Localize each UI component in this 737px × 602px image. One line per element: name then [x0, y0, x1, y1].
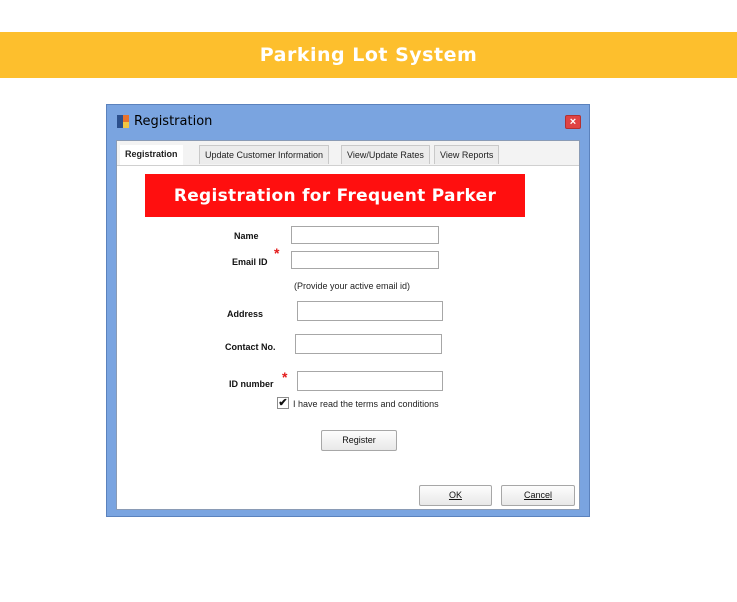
contact-label: Contact No.	[225, 342, 276, 352]
registration-dialog: Registration × Registration Update Custo…	[106, 104, 590, 517]
app-banner: Parking Lot System	[0, 32, 737, 78]
contact-field[interactable]	[295, 334, 442, 354]
name-label: Name	[234, 231, 259, 241]
dialog-title: Registration	[134, 114, 213, 129]
banner-title: Parking Lot System	[259, 44, 478, 66]
form-header: Registration for Frequent Parker	[173, 185, 497, 206]
dialog-client-area: Registration Update Customer Information…	[116, 140, 580, 510]
cancel-button[interactable]: Cancel	[501, 485, 575, 506]
ok-label: OK	[448, 490, 462, 500]
email-required-mark: *	[274, 245, 280, 261]
tab-update-customer-information[interactable]: Update Customer Information	[199, 145, 330, 164]
address-field[interactable]	[297, 301, 443, 321]
tab-view-update-rates[interactable]: View/Update Rates	[341, 145, 430, 164]
tab-registration[interactable]: Registration	[120, 145, 183, 165]
form-header-bar: Registration for Frequent Parker	[145, 174, 525, 217]
id-required-mark: *	[282, 369, 288, 385]
email-hint: (Provide your active email id)	[294, 281, 411, 291]
terms-checkbox[interactable]: ✔	[277, 397, 289, 409]
close-icon[interactable]: ×	[565, 115, 581, 129]
terms-label: I have read the terms and conditions	[293, 399, 439, 409]
register-button[interactable]: Register	[321, 430, 397, 451]
id-number-label: ID number	[229, 379, 274, 389]
email-field[interactable]	[291, 251, 439, 269]
app-window-icon	[117, 115, 129, 128]
tab-view-reports[interactable]: View Reports	[434, 145, 500, 164]
dialog-titlebar[interactable]: Registration ×	[107, 105, 589, 139]
email-label: Email ID	[232, 257, 268, 267]
id-number-field[interactable]	[297, 371, 443, 391]
address-label: Address	[227, 309, 264, 319]
name-field[interactable]	[291, 226, 439, 244]
tab-strip: Registration Update Customer Information…	[117, 141, 579, 166]
ok-button[interactable]: OK	[419, 485, 492, 506]
checkmark-icon: ✔	[278, 397, 288, 409]
cancel-label: Cancel	[523, 490, 552, 500]
